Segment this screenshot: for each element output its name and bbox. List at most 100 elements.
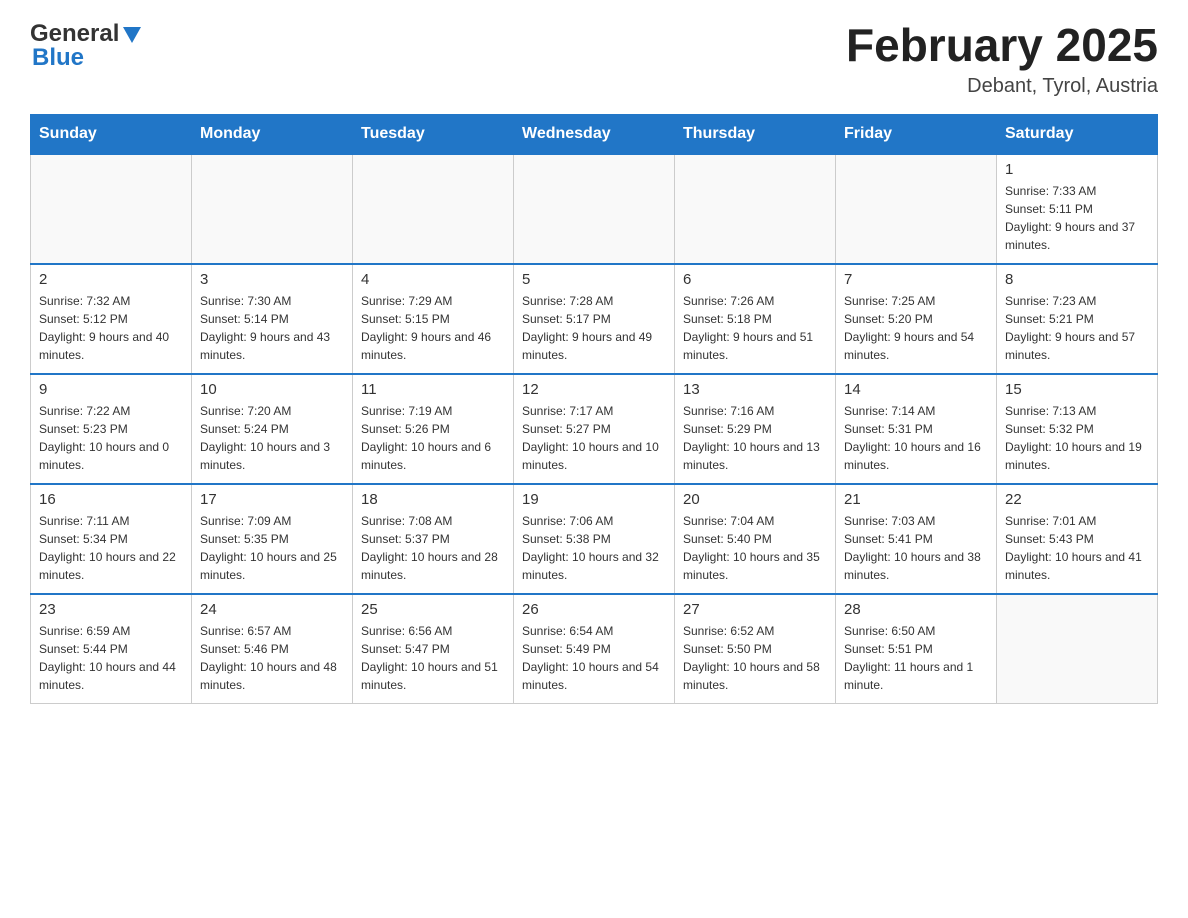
day-number: 27: [683, 601, 827, 618]
calendar-header-thursday: Thursday: [675, 114, 836, 154]
calendar-cell: 27Sunrise: 6:52 AMSunset: 5:50 PMDayligh…: [675, 594, 836, 704]
day-number: 18: [361, 491, 505, 508]
calendar-table: SundayMondayTuesdayWednesdayThursdayFrid…: [30, 114, 1158, 705]
day-info: Sunrise: 7:03 AMSunset: 5:41 PMDaylight:…: [844, 512, 988, 584]
day-info: Sunrise: 7:13 AMSunset: 5:32 PMDaylight:…: [1005, 402, 1149, 474]
day-info: Sunrise: 7:09 AMSunset: 5:35 PMDaylight:…: [200, 512, 344, 584]
calendar-cell: [997, 594, 1158, 704]
calendar-cell: 22Sunrise: 7:01 AMSunset: 5:43 PMDayligh…: [997, 484, 1158, 594]
calendar-cell: 16Sunrise: 7:11 AMSunset: 5:34 PMDayligh…: [31, 484, 192, 594]
calendar-cell: [514, 154, 675, 264]
day-info: Sunrise: 7:22 AMSunset: 5:23 PMDaylight:…: [39, 402, 183, 474]
calendar-header-sunday: Sunday: [31, 114, 192, 154]
day-number: 25: [361, 601, 505, 618]
day-info: Sunrise: 6:50 AMSunset: 5:51 PMDaylight:…: [844, 622, 988, 694]
day-number: 19: [522, 491, 666, 508]
calendar-cell: 11 Sunrise: 7:19 AMSunset: 5:26 PMDayligh…: [353, 374, 514, 484]
day-number: 22: [1005, 491, 1149, 508]
day-info: Sunrise: 6:59 AMSunset: 5:44 PMDaylight:…: [39, 622, 183, 694]
logo-blue: Blue: [32, 44, 84, 72]
day-number: 9: [39, 381, 183, 398]
page-header: General Blue February 2025 Debant, Tyrol…: [30, 20, 1158, 98]
day-number: 15: [1005, 381, 1149, 398]
calendar-cell: 24 Sunrise: 6:57 AMSunset: 5:46 PMDayligh…: [192, 594, 353, 704]
day-info: Sunrise: 6:57 AMSunset: 5:46 PMDaylight:…: [200, 622, 344, 694]
day-info: Sunrise: 7:20 AMSunset: 5:24 PMDaylight:…: [200, 402, 344, 474]
logo: General Blue: [30, 20, 143, 72]
week-row-5: 23 Sunrise: 6:59 AMSunset: 5:44 PMDayligh…: [31, 594, 1158, 704]
day-number: 14: [844, 381, 988, 398]
calendar-cell: 26 Sunrise: 6:54 AMSunset: 5:49 PMDayligh…: [514, 594, 675, 704]
calendar-cell: 2 Sunrise: 7:32 AMSunset: 5:12 PMDaylight…: [31, 264, 192, 374]
day-info: Sunrise: 7:26 AMSunset: 5:18 PMDaylight:…: [683, 292, 827, 364]
calendar-cell: 8Sunrise: 7:23 AMSunset: 5:21 PMDaylight…: [997, 264, 1158, 374]
calendar-cell: 7 Sunrise: 7:25 AMSunset: 5:20 PMDaylight…: [836, 264, 997, 374]
day-number: 26: [522, 601, 666, 618]
week-row-3: 9 Sunrise: 7:22 AMSunset: 5:23 PMDaylight…: [31, 374, 1158, 484]
calendar-cell: [353, 154, 514, 264]
location-title: Debant, Tyrol, Austria: [846, 75, 1158, 98]
week-row-4: 16Sunrise: 7:11 AMSunset: 5:34 PMDayligh…: [31, 484, 1158, 594]
day-number: 1: [1005, 161, 1149, 178]
calendar-cell: 28 Sunrise: 6:50 AMSunset: 5:51 PMDayligh…: [836, 594, 997, 704]
day-info: Sunrise: 7:25 AMSunset: 5:20 PMDaylight:…: [844, 292, 988, 364]
day-number: 8: [1005, 271, 1149, 288]
day-number: 10: [200, 381, 344, 398]
day-info: Sunrise: 7:16 AMSunset: 5:29 PMDaylight:…: [683, 402, 827, 474]
calendar-cell: 15 Sunrise: 7:13 AMSunset: 5:32 PMDayligh…: [997, 374, 1158, 484]
day-number: 17: [200, 491, 344, 508]
day-number: 11: [361, 381, 505, 398]
calendar-cell: 19 Sunrise: 7:06 AMSunset: 5:38 PMDayligh…: [514, 484, 675, 594]
title-block: February 2025 Debant, Tyrol, Austria: [846, 20, 1158, 98]
calendar-cell: 3 Sunrise: 7:30 AMSunset: 5:14 PMDaylight…: [192, 264, 353, 374]
calendar-cell: 14 Sunrise: 7:14 AMSunset: 5:31 PMDayligh…: [836, 374, 997, 484]
day-info: Sunrise: 6:56 AMSunset: 5:47 PMDaylight:…: [361, 622, 505, 694]
day-info: Sunrise: 7:19 AMSunset: 5:26 PMDaylight:…: [361, 402, 505, 474]
calendar-cell: [192, 154, 353, 264]
day-info: Sunrise: 7:14 AMSunset: 5:31 PMDaylight:…: [844, 402, 988, 474]
day-info: Sunrise: 7:04 AMSunset: 5:40 PMDaylight:…: [683, 512, 827, 584]
calendar-cell: 12 Sunrise: 7:17 AMSunset: 5:27 PMDayligh…: [514, 374, 675, 484]
logo-triangle-icon: [121, 23, 143, 45]
day-info: Sunrise: 7:28 AMSunset: 5:17 PMDaylight:…: [522, 292, 666, 364]
day-info: Sunrise: 7:33 AMSunset: 5:11 PMDaylight:…: [1005, 182, 1149, 254]
calendar-cell: 6 Sunrise: 7:26 AMSunset: 5:18 PMDaylight…: [675, 264, 836, 374]
calendar-header-tuesday: Tuesday: [353, 114, 514, 154]
day-info: Sunrise: 7:17 AMSunset: 5:27 PMDaylight:…: [522, 402, 666, 474]
calendar-header-monday: Monday: [192, 114, 353, 154]
calendar-cell: 5 Sunrise: 7:28 AMSunset: 5:17 PMDaylight…: [514, 264, 675, 374]
calendar-cell: 17 Sunrise: 7:09 AMSunset: 5:35 PMDayligh…: [192, 484, 353, 594]
day-info: Sunrise: 7:32 AMSunset: 5:12 PMDaylight:…: [39, 292, 183, 364]
day-number: 7: [844, 271, 988, 288]
calendar-cell: 9 Sunrise: 7:22 AMSunset: 5:23 PMDaylight…: [31, 374, 192, 484]
calendar-cell: 13 Sunrise: 7:16 AMSunset: 5:29 PMDayligh…: [675, 374, 836, 484]
calendar-cell: 1 Sunrise: 7:33 AMSunset: 5:11 PMDaylight…: [997, 154, 1158, 264]
calendar-header-wednesday: Wednesday: [514, 114, 675, 154]
calendar-cell: 20Sunrise: 7:04 AMSunset: 5:40 PMDayligh…: [675, 484, 836, 594]
day-number: 23: [39, 601, 183, 618]
day-number: 28: [844, 601, 988, 618]
calendar-header-saturday: Saturday: [997, 114, 1158, 154]
week-row-2: 2 Sunrise: 7:32 AMSunset: 5:12 PMDaylight…: [31, 264, 1158, 374]
day-number: 3: [200, 271, 344, 288]
day-number: 5: [522, 271, 666, 288]
calendar-cell: 21Sunrise: 7:03 AMSunset: 5:41 PMDayligh…: [836, 484, 997, 594]
day-number: 6: [683, 271, 827, 288]
day-number: 12: [522, 381, 666, 398]
calendar-header-friday: Friday: [836, 114, 997, 154]
day-number: 2: [39, 271, 183, 288]
calendar-cell: [675, 154, 836, 264]
week-row-1: 1 Sunrise: 7:33 AMSunset: 5:11 PMDaylight…: [31, 154, 1158, 264]
day-info: Sunrise: 6:54 AMSunset: 5:49 PMDaylight:…: [522, 622, 666, 694]
day-number: 13: [683, 381, 827, 398]
month-title: February 2025: [846, 20, 1158, 71]
day-info: Sunrise: 7:30 AMSunset: 5:14 PMDaylight:…: [200, 292, 344, 364]
calendar-cell: 25 Sunrise: 6:56 AMSunset: 5:47 PMDayligh…: [353, 594, 514, 704]
day-number: 24: [200, 601, 344, 618]
calendar-cell: [31, 154, 192, 264]
day-info: Sunrise: 7:06 AMSunset: 5:38 PMDaylight:…: [522, 512, 666, 584]
day-number: 16: [39, 491, 183, 508]
calendar-cell: 4Sunrise: 7:29 AMSunset: 5:15 PMDaylight…: [353, 264, 514, 374]
calendar-cell: 18Sunrise: 7:08 AMSunset: 5:37 PMDayligh…: [353, 484, 514, 594]
calendar-cell: 10 Sunrise: 7:20 AMSunset: 5:24 PMDayligh…: [192, 374, 353, 484]
